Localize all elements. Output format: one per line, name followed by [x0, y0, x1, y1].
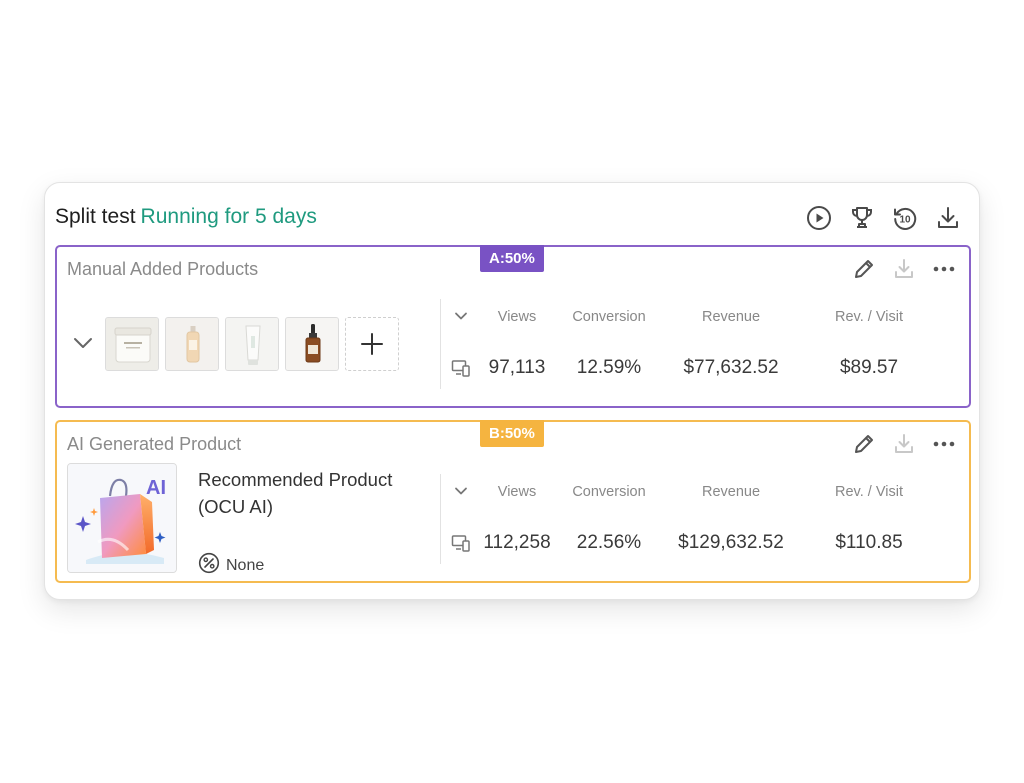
recommended-product-name: Recommended Product (OCU AI): [198, 469, 393, 517]
play-icon[interactable]: [804, 203, 834, 233]
stat-revenue: $129,632.52: [678, 532, 784, 553]
stat-header-conversion: Conversion: [572, 484, 646, 500]
download-icon[interactable]: [933, 203, 963, 233]
header-toolbar: 10: [804, 203, 963, 233]
split-test-card: Split test Running for 5 days 10 Manual A…: [44, 182, 980, 600]
ai-product-image: AI: [67, 463, 177, 573]
stat-conversion: 12.59%: [576, 357, 642, 378]
variant-a-badge: A:50%: [480, 245, 544, 272]
title-text: Split test: [55, 205, 136, 228]
variant-b-badge: B:50%: [480, 420, 544, 447]
download-icon[interactable]: [891, 431, 917, 457]
discount-icon: [198, 552, 220, 579]
divider: [440, 474, 441, 564]
stat-header-revenue: Revenue: [701, 309, 761, 325]
more-icon[interactable]: [931, 431, 957, 457]
stat-header-views: Views: [497, 484, 537, 500]
chevron-down-icon[interactable]: [71, 331, 95, 355]
stat-conversion: 22.56%: [576, 532, 642, 553]
product-thumbnail[interactable]: [165, 317, 219, 371]
download-icon[interactable]: [891, 256, 917, 282]
stat-revenue: $77,632.52: [683, 357, 779, 378]
variant-b-panel: AI Generated Product B:50% AI Recommende…: [55, 420, 971, 583]
stat-header-revenue: Revenue: [701, 484, 761, 500]
product-thumbnail[interactable]: [285, 317, 339, 371]
devices-icon: [451, 358, 471, 378]
variant-b-actions: [851, 431, 957, 457]
discount-status: None: [198, 552, 264, 579]
edit-icon[interactable]: [851, 256, 877, 282]
split-test-header: Split test Running for 5 days 10: [55, 203, 963, 233]
product-thumbnail[interactable]: [225, 317, 279, 371]
variant-a-label: Manual Added Products: [67, 259, 259, 279]
chevron-down-icon[interactable]: [452, 482, 470, 500]
stat-header-rev-per-visit: Rev. / Visit: [835, 484, 903, 500]
stat-header-rev-per-visit: Rev. / Visit: [835, 309, 903, 325]
chevron-down-icon[interactable]: [452, 307, 470, 325]
history-icon[interactable]: 10: [890, 203, 920, 233]
stat-views: 112,258: [483, 532, 551, 553]
stat-rev-per-visit: $89.57: [839, 357, 899, 378]
add-product-button[interactable]: [345, 317, 399, 371]
edit-icon[interactable]: [851, 431, 877, 457]
svg-text:10: 10: [899, 215, 911, 226]
discount-value: None: [226, 556, 265, 574]
ai-logo-text: AI: [146, 477, 166, 499]
running-status: Running for 5 days: [140, 205, 317, 228]
stat-views: 97,113: [488, 357, 546, 378]
product-thumbnails: [105, 317, 399, 371]
page-title: Split test Running for 5 days: [55, 205, 317, 229]
divider: [440, 299, 441, 389]
stat-header-views: Views: [497, 309, 537, 325]
more-icon[interactable]: [931, 256, 957, 282]
devices-icon: [451, 533, 471, 553]
trophy-icon[interactable]: [847, 203, 877, 233]
variant-a-panel: Manual Added Products A:50% Views Conver…: [55, 245, 971, 408]
stat-rev-per-visit: $110.85: [835, 532, 903, 553]
stat-header-conversion: Conversion: [572, 309, 646, 325]
product-thumbnail[interactable]: [105, 317, 159, 371]
variant-b-label: AI Generated Product: [67, 434, 242, 454]
variant-a-actions: [851, 256, 957, 282]
